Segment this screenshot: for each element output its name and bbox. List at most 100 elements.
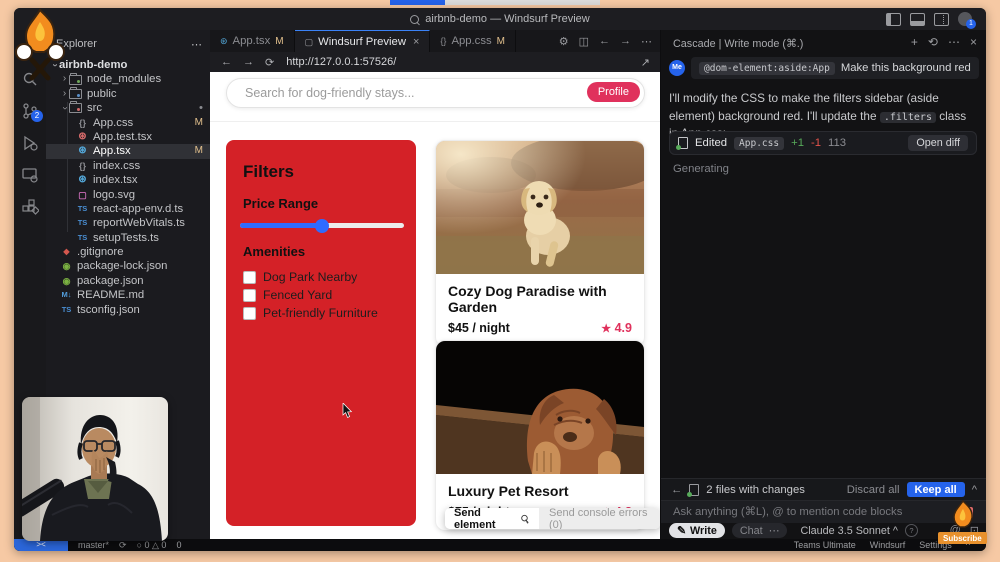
checkbox[interactable] <box>243 307 256 320</box>
scm-badge: 2 <box>31 110 43 122</box>
status-teams-ultimate[interactable]: Teams Ultimate <box>794 539 856 551</box>
explorer-more-icon[interactable]: ⋯ <box>191 38 202 51</box>
chevron-right-icon: › <box>60 72 69 86</box>
checkbox[interactable] <box>243 271 256 284</box>
file-index-css[interactable]: {}index.css <box>46 159 210 173</box>
navigate-forward-icon[interactable]: → <box>620 35 631 47</box>
open-external-icon[interactable]: ↗ <box>641 56 650 69</box>
account-avatar[interactable]: 1 <box>958 12 972 26</box>
slider-thumb[interactable] <box>315 219 329 233</box>
search-activity-icon[interactable] <box>21 70 39 88</box>
split-editor-icon[interactable]: ◫ <box>579 35 589 48</box>
search-icon[interactable] <box>410 15 419 24</box>
edited-file-card[interactable]: Edited App.css +1 -1 113 Open diff <box>669 131 977 155</box>
send-element-button[interactable]: Send element <box>445 508 539 529</box>
remote-explorer-icon[interactable] <box>21 166 39 184</box>
listing-card-1[interactable]: Cozy Dog Paradise with Garden $45 / nigh… <box>435 140 645 347</box>
file-gitignore[interactable]: ◆.gitignore <box>46 245 210 259</box>
card-title: Cozy Dog Paradise with Garden <box>448 283 632 315</box>
collapse-icon[interactable]: ^ <box>972 484 977 496</box>
file-name: setupTests.ts <box>93 231 159 245</box>
preview-dev-toolbar: Send element Send console errors (0) <box>445 508 660 529</box>
model-selector[interactable]: Claude 3.5 Sonnet ^ <box>800 525 898 537</box>
file-app-tsx-selected[interactable]: ⊛App.tsxM <box>46 144 210 158</box>
url-field[interactable]: http://127.0.0.1:57526/ <box>286 56 396 68</box>
run-debug-icon[interactable] <box>21 134 39 152</box>
checkbox-fenced-yard[interactable]: Fenced Yard <box>243 288 332 302</box>
tab-app-css[interactable]: {} App.css M <box>430 30 516 52</box>
checkbox-pet-furniture[interactable]: Pet-friendly Furniture <box>243 306 378 320</box>
close-icon[interactable]: × <box>970 35 977 49</box>
tab-windsurf-preview[interactable]: ▢ Windsurf Preview × <box>295 30 431 53</box>
close-icon[interactable]: × <box>413 36 419 48</box>
cascade-input[interactable] <box>671 505 962 519</box>
subscribe-badge[interactable]: Subscribe <box>938 532 987 544</box>
browser-forward-icon[interactable]: → <box>243 56 254 68</box>
file-package-json[interactable]: ◉package.json <box>46 274 210 288</box>
mode-more-icon[interactable]: ⋯ <box>769 524 780 537</box>
discard-all-button[interactable]: Discard all <box>847 484 900 496</box>
file-tsconfig[interactable]: TStsconfig.json <box>46 303 210 317</box>
price-range-slider[interactable] <box>240 223 404 228</box>
browser-reload-icon[interactable]: ⟳ <box>265 56 274 69</box>
extensions-icon[interactable] <box>21 198 39 216</box>
back-icon[interactable]: ← <box>671 484 682 496</box>
folder-icon <box>69 75 82 85</box>
ports-indicator[interactable]: 0 <box>176 539 181 551</box>
title-bar: airbnb-demo — Windsurf Preview 1 <box>14 8 986 30</box>
navigate-back-icon[interactable]: ← <box>599 35 610 47</box>
search-input[interactable] <box>243 85 644 101</box>
file-logo-svg[interactable]: ▢logo.svg <box>46 188 210 202</box>
checkbox[interactable] <box>243 289 256 302</box>
tab-app-tsx[interactable]: ⊛ App.tsx M <box>210 30 295 52</box>
chat-mode-button[interactable]: Chat ⋯ <box>732 523 788 538</box>
open-diff-button[interactable]: Open diff <box>908 135 968 151</box>
toggle-panel-icon[interactable] <box>910 13 925 26</box>
new-chat-icon[interactable]: + <box>911 35 918 49</box>
checkbox-dog-park[interactable]: Dog Park Nearby <box>243 270 357 284</box>
edited-file-chip[interactable]: App.css <box>734 137 784 150</box>
file-index-tsx[interactable]: ⊛index.tsx <box>46 173 210 187</box>
window-title: airbnb-demo — Windsurf Preview <box>410 13 589 25</box>
status-windsurf[interactable]: Windsurf <box>870 539 906 551</box>
search-bar[interactable]: Profile <box>226 78 645 108</box>
history-icon[interactable]: ⟲ <box>928 35 938 49</box>
tree-node-modules[interactable]: › node_modules <box>46 72 210 86</box>
toggle-secondary-sidebar-icon[interactable] <box>934 13 949 26</box>
settings-gear-icon[interactable]: ⚙ <box>559 35 569 48</box>
react-test-icon: ⊛ <box>76 130 89 144</box>
help-icon[interactable]: ? <box>905 524 918 537</box>
send-console-errors-button[interactable]: Send console errors (0) <box>539 508 660 529</box>
file-name: package.json <box>77 274 144 288</box>
more-actions-icon[interactable]: ⋯ <box>641 35 652 48</box>
editor-group: ⊛ App.tsx M ▢ Windsurf Preview × {} App.… <box>210 30 660 539</box>
listing-card-2[interactable]: Luxury Pet Resort $75 / night ★ 4.8 <box>435 340 645 531</box>
card-rating: ★ 4.9 <box>601 321 632 335</box>
modified-dot: • <box>199 101 203 115</box>
write-mode-button[interactable]: ✎ Write <box>669 523 725 538</box>
file-app-css[interactable]: {}App.cssM <box>46 116 210 130</box>
dog-photo-mastiff-puppy <box>436 341 644 474</box>
file-name: .gitignore <box>77 245 123 259</box>
file-readme[interactable]: M↓README.md <box>46 288 210 302</box>
profile-button[interactable]: Profile <box>587 82 640 102</box>
more-icon[interactable]: ⋯ <box>948 35 960 49</box>
keep-all-button[interactable]: Keep all <box>907 482 965 497</box>
file-package-lock[interactable]: ◉package-lock.json <box>46 259 210 273</box>
tree-src[interactable]: ›src• <box>46 101 210 115</box>
tree-public[interactable]: ›public <box>46 87 210 101</box>
browser-back-icon[interactable]: ← <box>221 56 232 68</box>
file-app-test-tsx[interactable]: ⊛App.test.tsx <box>46 130 210 144</box>
folder-name: node_modules <box>87 72 161 86</box>
file-report-web-vitals[interactable]: TSreportWebVitals.ts <box>46 216 210 230</box>
toggle-sidebar-icon[interactable] <box>886 13 901 26</box>
tree-root-airbnb-demo[interactable]: ›airbnb-demo <box>46 58 210 72</box>
user-avatar: Me <box>669 60 685 76</box>
file-setup-tests[interactable]: TSsetupTests.ts <box>46 231 210 245</box>
price-range-label: Price Range <box>243 196 318 211</box>
subscribe-overlay[interactable]: Subscribe <box>938 500 990 550</box>
file-react-app-env[interactable]: TSreact-app-env.d.ts <box>46 202 210 216</box>
dom-element-mention-chip[interactable]: @dom-element:aside:App <box>699 62 835 75</box>
source-control-icon[interactable]: 2 <box>21 102 39 120</box>
lines-added: +1 <box>791 137 804 149</box>
